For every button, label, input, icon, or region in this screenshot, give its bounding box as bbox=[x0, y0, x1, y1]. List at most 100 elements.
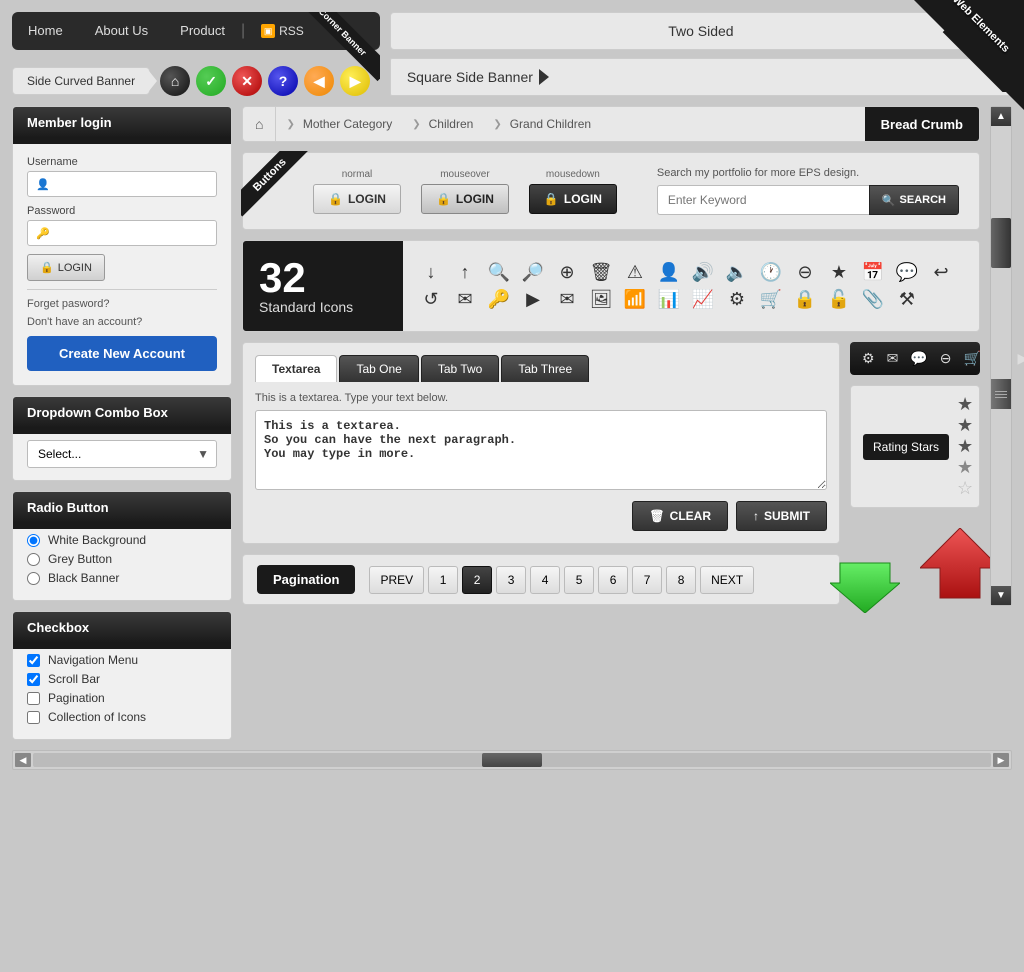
page-2[interactable]: 2 bbox=[462, 566, 492, 594]
scroll-left-btn[interactable]: ◀ bbox=[15, 753, 31, 767]
icon-star[interactable]: ★ bbox=[827, 262, 851, 283]
page-6[interactable]: 6 bbox=[598, 566, 628, 594]
icon-zoom-out[interactable]: 🔎 bbox=[521, 262, 545, 283]
icon-trash[interactable]: 🗑 bbox=[589, 262, 613, 283]
icon-image[interactable]: 🖼 bbox=[589, 289, 613, 310]
radio-header: Radio Button bbox=[13, 492, 231, 523]
icon-plus[interactable]: ⊕ bbox=[555, 262, 579, 283]
radio-item-grey: Grey Button bbox=[27, 552, 217, 566]
scroll-thumb-middle[interactable] bbox=[991, 379, 1011, 409]
username-input[interactable] bbox=[56, 177, 208, 191]
forgot-password-link[interactable]: Forget pasword? bbox=[27, 298, 217, 310]
login-mousedown-btn[interactable]: 🔒 LOGIN bbox=[529, 184, 617, 214]
page-1[interactable]: 1 bbox=[428, 566, 458, 594]
icon-upload[interactable]: ↑ bbox=[453, 262, 477, 283]
submit-button[interactable]: ↑ SUBMIT bbox=[736, 501, 827, 531]
icon-settings[interactable]: ⚙ bbox=[725, 289, 749, 310]
toolbar-settings-icon[interactable]: ⚙ bbox=[860, 348, 877, 369]
check-icon-btn[interactable]: ✓ bbox=[196, 66, 226, 96]
icon-cart[interactable]: 🛒 bbox=[759, 289, 783, 310]
login-button[interactable]: 🔒 LOGIN bbox=[27, 254, 105, 281]
toolbar-mail-icon[interactable]: ✉ bbox=[885, 348, 901, 369]
green-down-arrow-svg bbox=[830, 533, 900, 613]
radio-black-banner[interactable] bbox=[27, 572, 40, 585]
icon-refresh[interactable]: ↺ bbox=[419, 289, 443, 310]
icon-download[interactable]: ↓ bbox=[419, 262, 443, 283]
icon-undo[interactable]: ↩ bbox=[929, 262, 953, 283]
icon-paperclip[interactable]: 📎 bbox=[861, 289, 885, 310]
toolbar-play-icon[interactable]: ▶ bbox=[1015, 348, 1024, 369]
star-2[interactable]: ★ bbox=[957, 415, 974, 435]
icon-lock[interactable]: 🔒 bbox=[793, 289, 817, 310]
search-button[interactable]: 🔍 SEARCH bbox=[869, 185, 959, 215]
icon-calendar[interactable]: 📅 bbox=[861, 262, 885, 283]
page-3[interactable]: 3 bbox=[496, 566, 526, 594]
icon-warning[interactable]: ⚠ bbox=[623, 262, 647, 283]
icon-volume-down[interactable]: 🔈 bbox=[725, 262, 749, 283]
scroll-down-btn[interactable]: ▼ bbox=[991, 586, 1011, 605]
page-5[interactable]: 5 bbox=[564, 566, 594, 594]
icon-minus[interactable]: ⊖ bbox=[793, 262, 817, 283]
pagination-prev[interactable]: PREV bbox=[369, 566, 424, 594]
bottom-scroll-thumb[interactable] bbox=[482, 753, 542, 767]
star-3[interactable]: ★ bbox=[957, 436, 974, 456]
clear-button[interactable]: 🗑 CLEAR bbox=[632, 501, 728, 531]
icon-tools[interactable]: ⚒ bbox=[895, 289, 919, 310]
checkbox-icons-input[interactable] bbox=[27, 711, 40, 724]
icon-unlock[interactable]: 🔓 bbox=[827, 289, 851, 310]
create-account-button[interactable]: Create New Account bbox=[27, 336, 217, 371]
side-curved-banner-label: Side Curved Banner bbox=[12, 67, 150, 95]
star-1[interactable]: ★ bbox=[957, 394, 974, 414]
toolbar-cart-icon[interactable]: 🛒 bbox=[961, 348, 982, 369]
scroll-right-btn[interactable]: ▶ bbox=[993, 753, 1009, 767]
tab-textarea[interactable]: Textarea bbox=[255, 355, 337, 382]
star-4-half[interactable]: ★ bbox=[957, 457, 974, 477]
icon-volume-up[interactable]: 🔊 bbox=[691, 262, 715, 283]
toolbar-chat-icon[interactable]: 💬 bbox=[908, 348, 929, 369]
icons-panel: 32 Standard Icons ↓ ↑ 🔍 🔎 ⊕ 🗑 ⚠ 👤 🔊 bbox=[242, 240, 980, 332]
home-icon-btn[interactable]: ⌂ bbox=[160, 66, 190, 96]
login-mouseover-btn[interactable]: 🔒 LOGIN bbox=[421, 184, 509, 214]
password-input[interactable] bbox=[56, 226, 208, 240]
search-input[interactable] bbox=[657, 185, 869, 215]
radio-white-bg[interactable] bbox=[27, 534, 40, 547]
icon-chat[interactable]: 💬 bbox=[895, 262, 919, 283]
page-4[interactable]: 4 bbox=[530, 566, 560, 594]
icon-zoom-in[interactable]: 🔍 bbox=[487, 262, 511, 283]
page-8[interactable]: 8 bbox=[666, 566, 696, 594]
rating-stars[interactable]: ★ ★ ★ ★ ☆ bbox=[957, 394, 974, 499]
tab-two[interactable]: Tab Two bbox=[421, 355, 499, 382]
icon-user[interactable]: 👤 bbox=[657, 262, 681, 283]
radio-grey-btn[interactable] bbox=[27, 553, 40, 566]
star-5[interactable]: ☆ bbox=[957, 478, 974, 498]
icon-mail[interactable]: ✉ bbox=[453, 289, 477, 310]
icon-key[interactable]: 🔑 bbox=[487, 289, 511, 310]
checkbox-pagination-input[interactable] bbox=[27, 692, 40, 705]
tab-one[interactable]: Tab One bbox=[339, 355, 418, 382]
icon-chart-line[interactable]: 📈 bbox=[691, 289, 715, 310]
icon-chart-bar[interactable]: 📊 bbox=[657, 289, 681, 310]
no-account-link[interactable]: Don't have an account? bbox=[27, 316, 217, 328]
icon-play[interactable]: ▶ bbox=[521, 289, 545, 310]
scroll-thumb[interactable] bbox=[991, 218, 1011, 268]
main-textarea[interactable]: This is a textarea. So you can have the … bbox=[255, 410, 827, 490]
checkbox-nav-menu-input[interactable] bbox=[27, 654, 40, 667]
checkbox-scroll-bar-input[interactable] bbox=[27, 673, 40, 686]
scroll-up-btn[interactable]: ▲ bbox=[991, 107, 1011, 126]
tabs-content: Textarea Tab One Tab Two Tab Three This … bbox=[242, 342, 840, 628]
page-7[interactable]: 7 bbox=[632, 566, 662, 594]
icon-rss[interactable]: 📶 bbox=[623, 289, 647, 310]
tab-three[interactable]: Tab Three bbox=[501, 355, 589, 382]
toolbar-minus-icon[interactable]: ⊖ bbox=[938, 348, 954, 369]
close-icon-btn[interactable]: ✕ bbox=[232, 66, 262, 96]
nav-home[interactable]: Home bbox=[12, 12, 79, 50]
icon-clock[interactable]: 🕐 bbox=[759, 262, 783, 283]
question-icon-btn[interactable]: ? bbox=[268, 66, 298, 96]
icon-envelope[interactable]: ✉ bbox=[555, 289, 579, 310]
nav-about[interactable]: About Us bbox=[79, 12, 164, 50]
pagination-next[interactable]: NEXT bbox=[700, 566, 754, 594]
breadcrumb-home[interactable]: ⌂ bbox=[243, 107, 276, 141]
login-normal-btn[interactable]: 🔒 LOGIN bbox=[313, 184, 401, 214]
dropdown-select[interactable]: Select...Option 1Option 2Option 3 bbox=[27, 440, 217, 468]
nav-product[interactable]: Product bbox=[164, 12, 241, 50]
